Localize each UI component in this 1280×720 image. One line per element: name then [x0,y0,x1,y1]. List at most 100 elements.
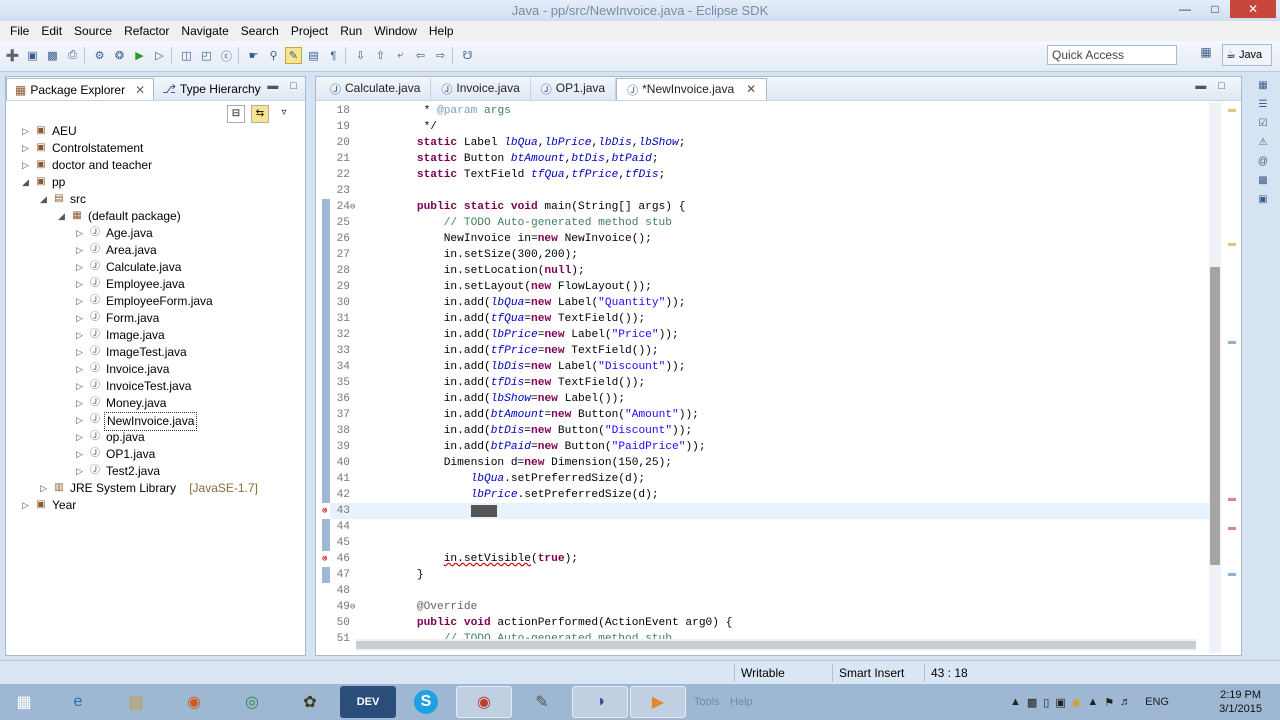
pin-editor-icon[interactable]: ☋ [459,47,476,64]
eclipse-icon[interactable]: ◑ [572,686,628,718]
code-line[interactable]: 34 in.add(lbDis=new Label("Discount")); [322,359,1212,375]
expand-arrow-icon[interactable]: ▷ [76,378,83,395]
tray-app-icon[interactable]: ▩ [1027,696,1037,709]
expand-arrow-icon[interactable]: ▷ [40,480,47,497]
tree-item[interactable]: ▷ Ⓙ Test2.java [6,463,306,480]
expand-arrow-icon[interactable]: ▷ [76,446,83,463]
new-java-project-icon[interactable]: ◫ [178,47,195,64]
tree-item[interactable]: ▷ Ⓙ NewInvoice.java [6,412,306,431]
error-marker[interactable] [1228,498,1236,501]
save-icon[interactable]: ▣ [24,47,41,64]
expand-arrow-icon[interactable]: ▷ [76,412,83,429]
expand-arrow-icon[interactable]: ▷ [22,123,29,140]
scrollbar-thumb[interactable] [356,641,1196,649]
tree-item[interactable]: ▷ ▣ Year [6,497,306,514]
debug-icon[interactable]: ❂ [111,47,128,64]
mark-occurrences-icon[interactable]: ✎ [285,47,302,64]
expand-arrow-icon[interactable]: ▷ [76,344,83,361]
code-line[interactable]: 36 in.add(lbShow=new Label()); [322,391,1212,407]
tree-item[interactable]: ▷ Ⓙ ImageTest.java [6,344,306,361]
code-line[interactable]: 47 } [322,567,1212,583]
expand-arrow-icon[interactable]: ▷ [22,497,29,514]
menu-refactor[interactable]: Refactor [118,24,175,38]
code-line[interactable]: 29 in.setLayout(new FlowLayout()); [322,279,1212,295]
code-line[interactable]: 33 in.add(tfPrice=new TextField()); [322,343,1212,359]
fold-icon[interactable]: ⊖ [350,599,355,615]
collapse-all-icon[interactable]: ⊟ [227,105,245,123]
tree-item[interactable]: ▷ Ⓙ Area.java [6,242,306,259]
scrollbar-thumb[interactable] [1210,267,1220,565]
expand-arrow-icon[interactable]: ▷ [76,463,83,480]
back-icon[interactable]: ⇦ [412,47,429,64]
volume-icon[interactable]: ♬ [1120,696,1131,708]
build-icon[interactable]: ⚙ [91,47,108,64]
next-annotation-icon[interactable]: ⇩ [352,47,369,64]
tree-item[interactable]: ▷ Ⓙ Money.java [6,395,306,412]
maximize-button[interactable]: □ [1200,0,1230,18]
minimize-icon[interactable]: ▬ [267,80,278,92]
code-line[interactable]: ⊗ 46 in.setVisible(true); [322,551,1212,567]
menu-source[interactable]: Source [68,24,118,38]
problems-view-icon[interactable]: ⚠ [1253,137,1273,156]
new-class-icon[interactable]: ⓒ [218,47,235,64]
close-icon[interactable]: ✕ [746,82,756,100]
run-icon[interactable]: ▶ [131,47,148,64]
outline-view-icon[interactable]: ☰ [1253,99,1273,118]
code-editor[interactable]: 18 * @param args 19 */20 static Label lbQ… [322,103,1212,653]
maximize-icon[interactable]: □ [290,80,297,92]
tree-item[interactable]: ▷ Ⓙ Age.java [6,225,306,242]
code-line[interactable]: 22 static TextField tfQua,tfPrice,tfDis; [322,167,1212,183]
error-marker[interactable] [1228,527,1236,530]
chrome-icon[interactable]: ◎ [224,686,280,718]
code-line[interactable]: 32 in.add(lbPrice=new Label("Price")); [322,327,1212,343]
collapse-arrow-icon[interactable]: ◢ [40,191,47,208]
minimize-icon[interactable]: ▬ [1195,80,1206,92]
tree-item[interactable]: ◢ ▣ pp [6,174,306,191]
expand-arrow-icon[interactable]: ▷ [76,259,83,276]
tree-item[interactable]: ◢ ▤ src [6,191,306,208]
vertical-scrollbar[interactable] [1209,103,1221,653]
expand-arrow-icon[interactable]: ▷ [76,293,83,310]
tree-item[interactable]: ▷ Ⓙ InvoiceTest.java [6,378,306,395]
code-line[interactable]: 41 lbQua.setPreferredSize(d); [322,471,1212,487]
code-line[interactable]: 42 lbPrice.setPreferredSize(d); [322,487,1212,503]
expand-arrow-icon[interactable]: ▷ [76,225,83,242]
last-edit-icon[interactable]: ⤶ [392,47,409,64]
code-line[interactable]: 44 [322,519,1212,535]
menu-window[interactable]: Window [368,24,423,38]
open-perspective-icon[interactable]: ▦ [1196,45,1216,65]
editor-tab[interactable]: Ⓙ *NewInvoice.java ✕ [616,78,768,100]
tree-item[interactable]: ▷ ▥ JRE System Library [JavaSE-1.7] [6,480,306,497]
code-line[interactable]: 38 in.add(btDis=new Button("Discount")); [322,423,1212,439]
external-tools-icon[interactable]: ▷ [151,47,168,64]
menu-navigate[interactable]: Navigate [175,24,234,38]
code-line[interactable]: 25 // TODO Auto-generated method stub [322,215,1212,231]
occurrence-marker[interactable] [1228,341,1236,344]
code-line[interactable]: 20 static Label lbQua,lbPrice,lbDis,lbSh… [322,135,1212,151]
media-player-icon[interactable]: ▶ [630,686,686,718]
tree-item[interactable]: ◢ ▦ (default package) [6,208,306,225]
menu-file[interactable]: File [4,24,35,38]
tree-item[interactable]: ▷ Ⓙ OP1.java [6,446,306,463]
tab-type-hierarchy[interactable]: ⎇ Type Hierarchy [154,78,269,100]
menu-edit[interactable]: Edit [35,24,68,38]
editor-tab[interactable]: Ⓙ OP1.java [531,78,617,100]
code-line[interactable]: 30 in.add(lbQua=new Label("Quantity")); [322,295,1212,311]
new-package-icon[interactable]: ◰ [198,47,215,64]
expand-arrow-icon[interactable]: ▷ [22,140,29,157]
file-explorer-icon[interactable]: ▤ [108,686,164,718]
new-icon[interactable]: ➕ [4,47,21,64]
code-line[interactable]: ⊗ 43 lbD. [322,503,1212,519]
show-hidden-icons-icon[interactable]: ▲ [1010,696,1021,708]
quick-access-input[interactable]: Quick Access [1047,45,1177,65]
code-line[interactable]: 28 in.setLocation(null); [322,263,1212,279]
code-line[interactable]: 31 in.add(tfQua=new TextField()); [322,311,1212,327]
code-line[interactable]: 49 ⊖ @Override [322,599,1212,615]
print-icon[interactable]: ⎙ [64,47,81,64]
code-line[interactable]: 23 [322,183,1212,199]
editor-tab[interactable]: Ⓙ Invoice.java [431,78,531,100]
code-line[interactable]: 39 in.add(btPaid=new Button("PaidPrice")… [322,439,1212,455]
horizontal-scrollbar[interactable] [356,639,1196,651]
dev-cpp-icon[interactable]: DEV [340,686,396,718]
expand-arrow-icon[interactable]: ▷ [76,242,83,259]
